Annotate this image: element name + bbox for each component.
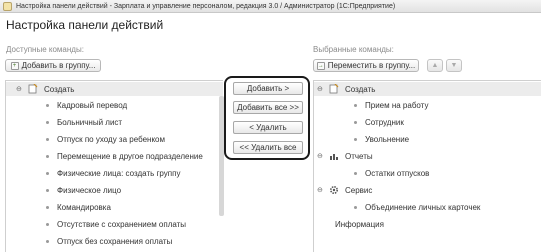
collapse-toggle-icon[interactable]: ⊖	[317, 85, 323, 93]
collapse-toggle-icon[interactable]: ⊖	[317, 186, 323, 194]
list-item[interactable]: Отпуск по уходу за ребенком	[46, 132, 165, 146]
list-item[interactable]: Сотрудник	[354, 115, 404, 129]
remove-button[interactable]: < Удалить	[233, 121, 303, 134]
list-item[interactable]: Командировка	[46, 200, 111, 214]
list-item[interactable]: Отсутствие с сохранением оплаты	[46, 217, 186, 231]
move-up-button[interactable]: ▲	[427, 59, 443, 72]
move-to-group-label: Переместить в группу...	[327, 61, 416, 70]
tree-group-create[interactable]: ⊖ Создать	[314, 82, 541, 96]
move-to-group-button[interactable]: → Переместить в группу...	[313, 59, 419, 72]
list-item[interactable]: Перемещение в другое подразделение	[46, 149, 203, 163]
tree-group-reports[interactable]: ⊖ Отчеты	[314, 149, 541, 163]
list-item[interactable]: Отпуск без сохранения оплаты	[46, 234, 172, 248]
reports-icon	[329, 151, 339, 163]
gear-icon	[329, 185, 339, 197]
tree-item-info[interactable]: Информация	[335, 217, 384, 231]
tree-group-label: Создать	[44, 84, 75, 94]
move-to-group-icon: →	[316, 61, 325, 70]
create-group-icon	[28, 83, 38, 96]
selected-commands-label: Выбранные команды:	[313, 45, 394, 54]
add-button[interactable]: Добавить >	[233, 82, 303, 95]
list-item[interactable]: Физические лица: создать группу	[46, 166, 180, 180]
available-commands-label: Доступные команды:	[6, 45, 84, 54]
list-item[interactable]: Больничный лист	[46, 115, 122, 129]
tree-group-label: Создать	[345, 84, 376, 94]
add-to-group-icon: +	[10, 61, 19, 70]
available-commands-tree[interactable]: ⊖ Создать Кадровый перевод Больничный ли…	[5, 80, 223, 252]
move-up-icon: ▲	[431, 62, 439, 69]
window-title: Настройка панели действий - Зарплата и у…	[16, 2, 396, 10]
add-to-group-label: Добавить в группу...	[21, 61, 96, 70]
move-down-button[interactable]: ▼	[446, 59, 462, 72]
add-all-button[interactable]: Добавить все >>	[233, 101, 303, 114]
collapse-toggle-icon[interactable]: ⊖	[16, 85, 22, 93]
tree-group-label: Сервис	[345, 185, 373, 195]
create-group-icon	[329, 83, 339, 96]
tree-group-service[interactable]: ⊖ Сервис	[314, 183, 541, 197]
collapse-toggle-icon[interactable]: ⊖	[317, 152, 323, 160]
list-item[interactable]: Остатки отпусков	[354, 166, 429, 180]
window-title-bar: Настройка панели действий - Зарплата и у…	[0, 0, 541, 13]
add-to-group-button[interactable]: + Добавить в группу...	[5, 59, 101, 72]
page-title: Настройка панели действий	[6, 18, 164, 32]
move-down-icon: ▼	[450, 62, 458, 69]
list-item[interactable]: Увольнение	[354, 132, 409, 146]
selected-commands-tree[interactable]: ⊖ Создать Прием на работу Сотрудник Увол…	[313, 80, 541, 252]
remove-all-button[interactable]: << Удалить все	[233, 141, 303, 154]
tree-group-create[interactable]: ⊖ Создать	[6, 82, 223, 96]
list-item[interactable]: Прием на работу	[354, 98, 428, 112]
list-item[interactable]: Физическое лицо	[46, 183, 121, 197]
app-icon	[3, 1, 12, 11]
tree-group-label: Отчеты	[345, 151, 373, 161]
list-item[interactable]: Объединение личных карточек	[354, 200, 480, 214]
list-item[interactable]: Кадровый перевод	[46, 98, 127, 112]
